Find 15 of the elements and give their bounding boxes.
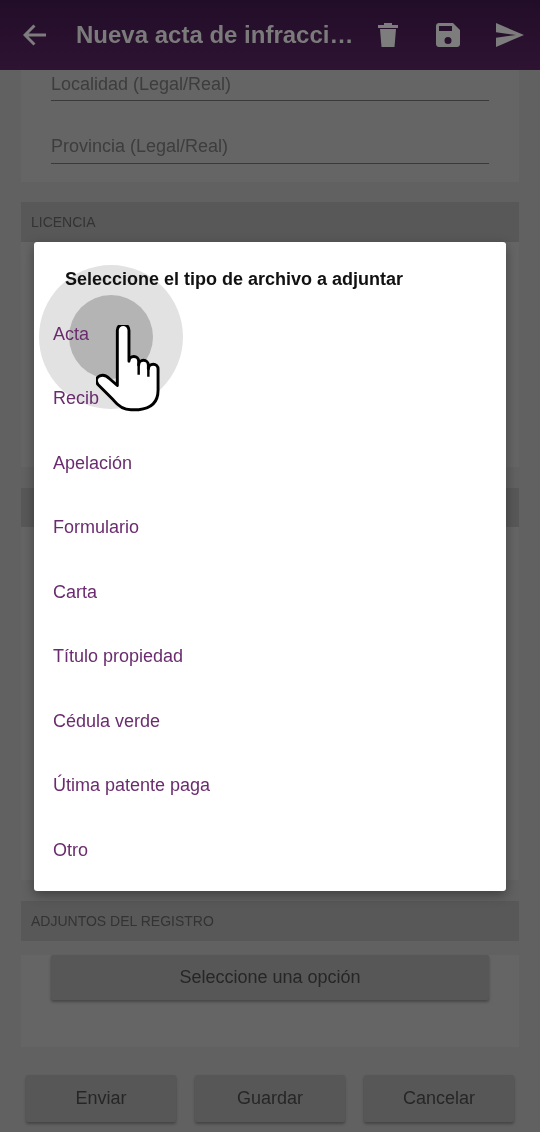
- dialog-option[interactable]: Otro: [34, 818, 506, 883]
- dialog-title: Seleccione el tipo de archivo a adjuntar: [64, 268, 405, 291]
- dialog-option[interactable]: Útima patente paga: [34, 753, 506, 818]
- dialog-option[interactable]: Recib: [34, 366, 506, 431]
- dialog-option[interactable]: Cédula verde: [34, 689, 506, 754]
- dialog-option[interactable]: Acta: [34, 302, 506, 367]
- dialog-option[interactable]: Formulario: [34, 495, 506, 560]
- screen-title: Nueva acta de infracci…: [76, 20, 354, 50]
- save-icon[interactable]: [436, 23, 460, 47]
- dialog-option[interactable]: Carta: [34, 560, 506, 625]
- trash-icon[interactable]: [378, 23, 398, 47]
- send-icon[interactable]: [496, 23, 524, 47]
- back-icon[interactable]: [22, 23, 48, 47]
- dialog-option[interactable]: Apelación: [34, 431, 506, 496]
- dialog-option[interactable]: Título propiedad: [34, 624, 506, 689]
